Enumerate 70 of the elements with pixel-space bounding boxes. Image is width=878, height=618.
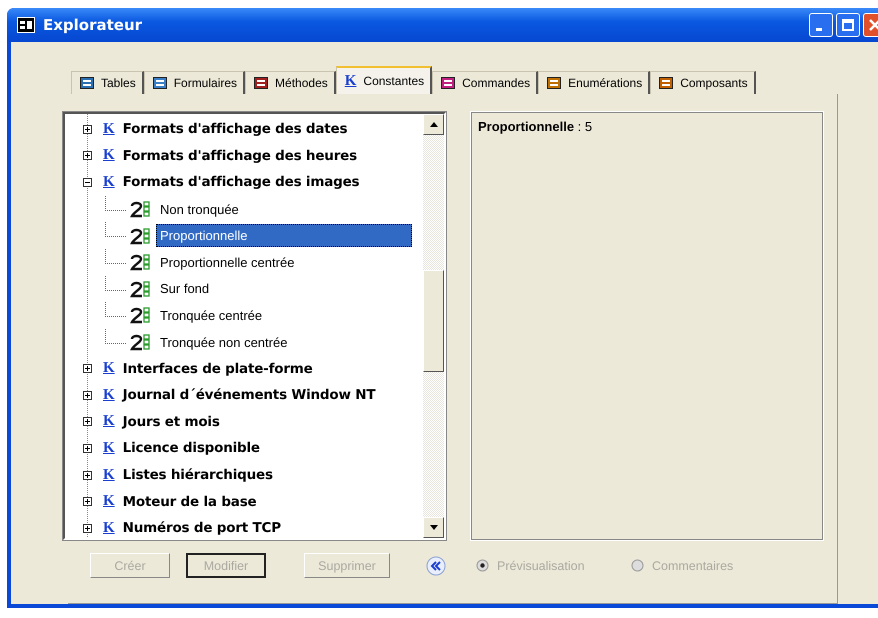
tab[interactable]: Enumérations xyxy=(538,71,650,94)
expand-toggle-icon[interactable] xyxy=(83,390,92,400)
tab-icon xyxy=(152,77,167,89)
collapse-icon[interactable] xyxy=(426,556,446,576)
number-icon xyxy=(130,200,152,218)
tab[interactable]: Tables xyxy=(71,71,144,94)
constant-icon: K xyxy=(103,147,115,164)
expand-toggle-icon[interactable] xyxy=(83,497,92,506)
tree-item[interactable]: Jours et mois xyxy=(122,414,220,430)
down-arrow-icon xyxy=(430,525,438,530)
tab-icon xyxy=(80,77,94,89)
number-icon xyxy=(130,333,152,352)
scroll-down-button[interactable] xyxy=(423,517,444,538)
tree-item[interactable]: Numéros de port TCP xyxy=(122,520,281,536)
tree-item[interactable]: Tronquée non centrée xyxy=(156,330,412,354)
constant-icon: K xyxy=(103,493,115,510)
window-icon xyxy=(17,17,35,33)
tab[interactable]: Commandes xyxy=(432,71,538,94)
constant-icon: K xyxy=(103,386,115,404)
tree-item[interactable]: Non tronquée xyxy=(156,198,412,221)
constant-icon: K xyxy=(103,520,115,537)
tree-item[interactable]: Moteur de la base xyxy=(122,494,256,510)
expand-toggle-icon[interactable] xyxy=(83,178,92,187)
minimize-button[interactable] xyxy=(809,13,833,37)
tab-icon xyxy=(547,77,562,89)
expand-toggle-icon[interactable] xyxy=(83,417,92,426)
number-icon xyxy=(130,280,152,298)
window-title: Explorateur xyxy=(43,16,142,34)
scroll-up-button[interactable] xyxy=(423,114,444,135)
tree-item[interactable]: Formats d'affichage des images xyxy=(122,174,360,190)
tab[interactable]: Formulaires xyxy=(144,71,246,94)
expand-toggle-icon[interactable] xyxy=(83,151,92,160)
tree-item[interactable]: Licence disponible xyxy=(122,440,260,456)
constant-icon: K xyxy=(103,466,115,484)
tree-item[interactable]: Tronquée centrée xyxy=(156,304,412,327)
expand-toggle-icon[interactable] xyxy=(83,524,92,533)
scroll-thumb[interactable] xyxy=(423,270,444,372)
expand-toggle-icon[interactable] xyxy=(83,364,92,374)
number-icon xyxy=(130,253,152,272)
minimize-icon xyxy=(816,28,822,30)
maximize-button[interactable] xyxy=(836,13,860,37)
expand-toggle-icon[interactable] xyxy=(83,124,92,134)
tree-item[interactable]: Listes hiérarchiques xyxy=(122,467,273,484)
tree-item[interactable]: Proportionnelle centrée xyxy=(156,250,412,274)
tab-icon xyxy=(254,77,268,89)
tree-item[interactable]: Formats d'affichage des heures xyxy=(122,148,357,164)
tree-item[interactable]: Formats d'affichage des dates xyxy=(122,121,348,138)
tree-item[interactable]: Sur fond xyxy=(156,277,412,300)
number-icon xyxy=(130,306,152,324)
expand-toggle-icon[interactable] xyxy=(83,470,92,480)
tree-item[interactable]: Journal d´événements Window NT xyxy=(122,387,376,404)
tree-item[interactable]: Proportionnelle xyxy=(156,224,412,248)
close-icon xyxy=(869,19,878,31)
constant-icon: K xyxy=(103,120,115,138)
tab[interactable]: K Constantes xyxy=(336,66,432,94)
maximize-icon xyxy=(842,19,854,31)
scrollbar[interactable] xyxy=(423,114,444,538)
preview-text: Proportionnelle : 5 xyxy=(478,119,592,134)
constant-icon: K xyxy=(103,360,115,378)
tab[interactable]: Composants xyxy=(650,71,756,94)
constant-icon: K xyxy=(103,413,115,430)
tab[interactable]: Méthodes xyxy=(245,71,336,94)
constant-icon: K xyxy=(103,174,115,191)
tree-item[interactable]: Interfaces de plate-forme xyxy=(122,360,313,377)
tab-icon xyxy=(659,77,674,89)
tab-icon xyxy=(441,77,456,89)
expand-toggle-icon[interactable] xyxy=(83,444,92,453)
number-icon xyxy=(130,226,152,245)
constant-icon: K xyxy=(103,440,115,457)
up-arrow-icon xyxy=(430,122,438,127)
